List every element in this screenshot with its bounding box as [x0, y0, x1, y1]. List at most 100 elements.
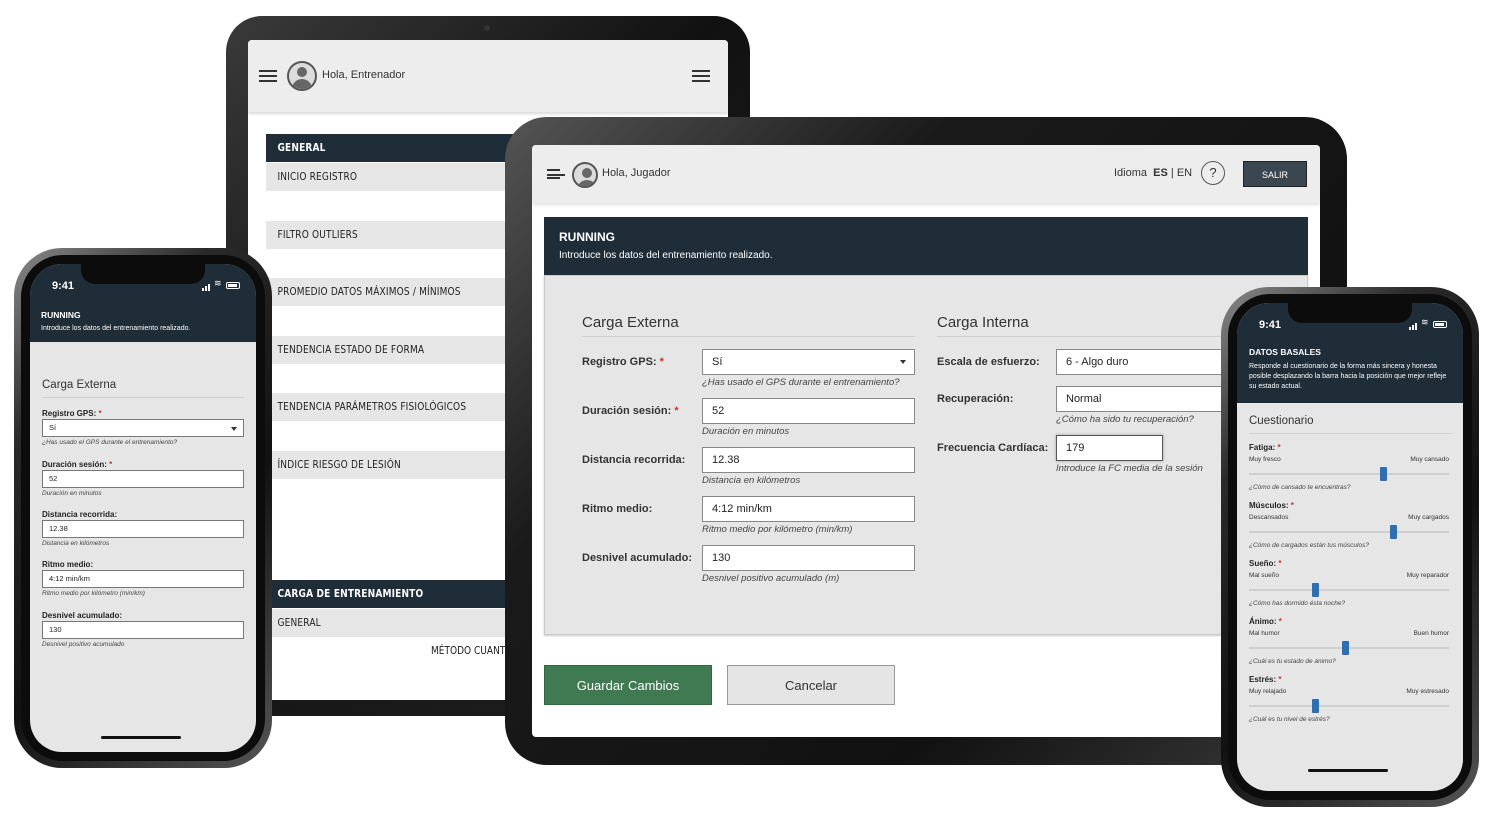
menu-icon[interactable] [547, 169, 565, 179]
text-input[interactable]: 6 - Algo duro [1056, 349, 1232, 375]
slider-thumb[interactable] [1312, 583, 1319, 597]
language-label: Idioma [1114, 167, 1148, 179]
slider-max-label: Muy reparador [1406, 572, 1449, 579]
field-hint: Duración en minutos [42, 490, 102, 497]
gps-select[interactable]: Sí [42, 419, 244, 437]
phone-subtitle: Responde al cuestionario de la forma más… [1249, 363, 1447, 390]
field-hint: ¿Has usado el GPS durante el entrenamien… [702, 377, 900, 388]
field-label: Escala de esfuerzo: [937, 356, 1040, 368]
field-label: Registro GPS: * [42, 409, 102, 418]
slider-label-text: Estrés: [1249, 675, 1277, 684]
required-marker: * [98, 409, 102, 418]
field-label-text: Desnivel acumulado: [582, 552, 693, 564]
slider-label: Fatiga: * [1249, 443, 1281, 452]
avatar-icon [287, 61, 317, 91]
menu-right-icon[interactable] [692, 70, 710, 82]
phone-bezel: 9:41 RUNNING Introduce los datos del ent… [21, 255, 265, 761]
field-hint: Distancia en kilómetros [42, 540, 110, 547]
slider-thumb[interactable] [1342, 641, 1349, 655]
slider-thumb[interactable] [1390, 525, 1397, 539]
slider-label-text: Fatiga: [1249, 443, 1276, 452]
phone-section-title: Cuestionario [1249, 415, 1314, 427]
slider-max-label: Buen humor [1413, 630, 1449, 637]
card-body: Carga Externa Carga Interna Registro GPS… [544, 275, 1309, 635]
text-input[interactable]: 12.38 [702, 447, 915, 473]
phone-subtitle: Introduce los datos del entrenamiento re… [41, 325, 191, 332]
slider-hint: ¿Cuál es tu estado de ánimo? [1249, 658, 1336, 665]
input-value: Sí [712, 356, 723, 368]
field-hint: Introduce la FC media de la sesión [1056, 463, 1203, 474]
slider-thumb[interactable] [1380, 467, 1387, 481]
slider-track[interactable] [1249, 531, 1449, 533]
slider-thumb[interactable] [1312, 699, 1319, 713]
slider-track[interactable] [1249, 647, 1449, 649]
field-label-text: Distancia recorrida: [582, 454, 686, 466]
lang-en-link[interactable]: EN [1177, 167, 1192, 179]
slider-label-text: Músculos: [1249, 501, 1289, 510]
section-divider [582, 336, 915, 337]
field-label-text: Ritmo medio: [42, 560, 94, 569]
status-time: 9:41 [1259, 319, 1282, 331]
required-marker: * [1278, 675, 1282, 684]
cancel-button[interactable]: Cancelar [727, 665, 895, 705]
language-switcher: Idioma ES | EN [1114, 167, 1192, 179]
field-label: Ritmo medio: [582, 503, 652, 515]
text-input[interactable]: 52 [702, 398, 915, 424]
text-input[interactable]: 130 [702, 545, 915, 571]
required-marker: * [109, 460, 113, 469]
field-hint: Desnivel positivo acumulado [42, 641, 125, 648]
field-label: Distancia recorrida: [42, 510, 117, 519]
save-button[interactable]: Guardar Cambios [544, 665, 712, 705]
field-label: Desnivel acumulado: [582, 552, 692, 564]
card-title: RUNNING [559, 230, 615, 244]
text-input[interactable]: 130 [42, 621, 244, 639]
gps-select[interactable]: Sí [702, 349, 915, 375]
slider-min-label: Descansados [1249, 514, 1289, 521]
input-value: 4:12 min/km [49, 574, 90, 583]
field-hint: Desnivel positivo acumulado (m) [702, 573, 840, 584]
slider-track[interactable] [1249, 473, 1449, 475]
card-header: RUNNING Introduce los datos del entrenam… [544, 217, 1308, 275]
slider-label: Ánimo: * [1249, 617, 1282, 626]
field-label-text: Ritmo medio: [582, 503, 653, 515]
required-marker: * [1278, 559, 1282, 568]
text-input[interactable]: 4:12 min/km [702, 496, 915, 522]
text-input[interactable]: 12.38 [42, 520, 244, 538]
field-label: Registro GPS: * [582, 356, 664, 368]
input-value: 4:12 min/km [712, 503, 772, 515]
required-marker: * [1290, 501, 1294, 510]
text-input[interactable]: 179 [1056, 435, 1163, 461]
left-phone: 9:41 RUNNING Introduce los datos del ent… [14, 248, 272, 768]
slider-track[interactable] [1249, 705, 1449, 707]
field-label-text: Duración sesión: [582, 405, 672, 417]
slider-min-label: Mal humor [1249, 630, 1280, 637]
field-hint: Ritmo medio por kilómetro (min/km) [702, 524, 853, 535]
wifi-icon: ≋ [1421, 317, 1429, 327]
player-screen: Hola, Jugador Idioma ES | EN ? SALIR RUN… [532, 145, 1320, 737]
slider-min-label: Muy fresco [1249, 456, 1281, 463]
external-load-title: Carga Externa [582, 314, 679, 331]
player-header: Hola, Jugador Idioma ES | EN ? SALIR [532, 145, 1320, 203]
phone-section-title: Carga Externa [42, 379, 117, 391]
field-hint: ¿Cómo ha sido tu recuperación? [1056, 414, 1194, 425]
lang-es-link[interactable]: ES [1153, 167, 1168, 179]
field-hint: Distancia en kilómetros [702, 475, 801, 486]
field-label-text: Registro GPS: [42, 409, 97, 418]
field-label: Distancia recorrida: [582, 454, 685, 466]
slider-hint: ¿Cómo de cargados están tus músculos? [1249, 542, 1369, 549]
input-value: Normal [1066, 393, 1102, 405]
phone-notch [1288, 303, 1412, 323]
coach-greeting: Hola, Entrenador [322, 69, 406, 81]
slider-max-label: Muy cansado [1410, 456, 1449, 463]
text-input[interactable]: 4:12 min/km [42, 570, 244, 588]
help-icon[interactable]: ? [1201, 161, 1225, 185]
slider-hint: ¿Cómo de cansado te encuentras? [1249, 484, 1351, 491]
right-phone: 9:41 DATOS BASALES Responde al cuestiona… [1221, 287, 1479, 807]
slider-track[interactable] [1249, 589, 1449, 591]
field-hint: Ritmo medio por kilómetro (min/km) [42, 590, 145, 597]
logout-button[interactable]: SALIR [1243, 161, 1307, 187]
menu-icon[interactable] [259, 70, 277, 82]
field-label: Duración sesión: * [582, 405, 679, 417]
text-input[interactable]: Normal [1056, 386, 1232, 412]
text-input[interactable]: 52 [42, 470, 244, 488]
